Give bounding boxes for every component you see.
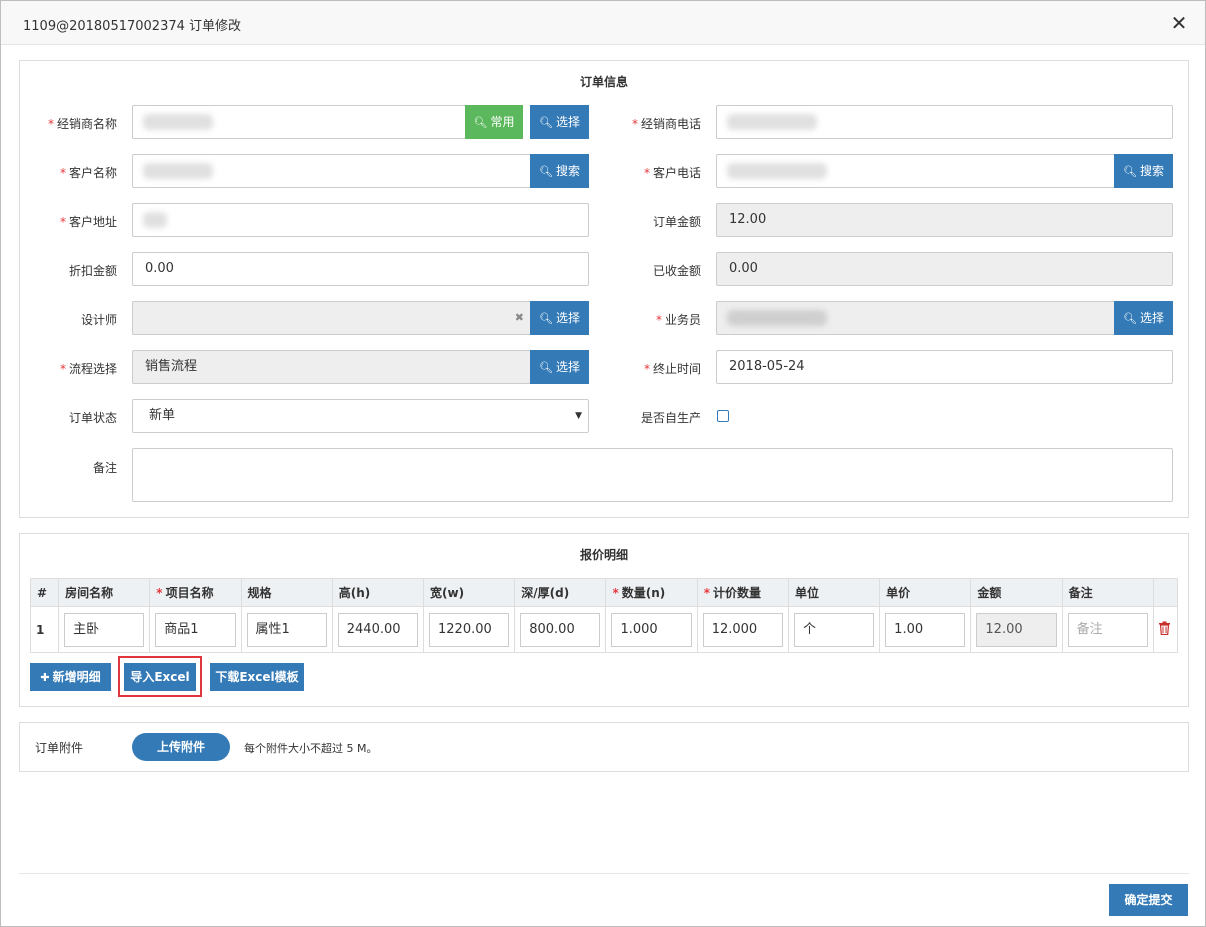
item-input[interactable]: 商品1: [155, 612, 236, 647]
salesman-input[interactable]: [716, 301, 1115, 335]
end-time-input[interactable]: 2018-05-24: [716, 350, 1173, 384]
col-header-remark: 备注: [1061, 578, 1154, 607]
col-header-amount: 金额: [970, 578, 1063, 607]
close-icon[interactable]: ✕: [1169, 13, 1189, 33]
submit-button[interactable]: 确定提交: [1109, 884, 1188, 916]
dealer-phone-label: * 经销商电话: [631, 117, 701, 131]
search-icon: 🔍︎: [1123, 312, 1137, 325]
dealer-name-label: * 经销商名称: [47, 117, 117, 131]
order-edit-dialog: 1109@20180517002374 订单修改 ✕ 订单信息 * 经销商名称 🔍…: [0, 0, 1206, 927]
quote-table: # 房间名称 * 项目名称 规格 高(h) 宽(w) 深/厚(d) * 数量(n) …: [29, 578, 1179, 653]
spec-input[interactable]: 属性1: [246, 612, 327, 647]
dialog-titlebar: 1109@20180517002374 订单修改 ✕: [1, 1, 1205, 45]
process-label: * 流程选择: [59, 362, 117, 376]
footer-divider: [19, 873, 1189, 874]
designer-select-button[interactable]: 🔍︎ 选择: [530, 301, 589, 335]
customer-phone-input[interactable]: [716, 154, 1115, 188]
redacted-text: [143, 212, 167, 228]
table-header-row: # 房间名称 * 项目名称 规格 高(h) 宽(w) 深/厚(d) * 数量(n) …: [29, 578, 1179, 607]
customer-name-input[interactable]: [132, 154, 531, 188]
row-index: 1: [29, 606, 60, 653]
depth-input[interactable]: 800.00: [520, 612, 601, 647]
col-header-item: * 项目名称: [149, 578, 242, 607]
width-input[interactable]: 1220.00: [429, 612, 510, 647]
customer-address-input[interactable]: [132, 203, 589, 237]
import-excel-button[interactable]: 导入Excel: [124, 663, 196, 691]
search-icon: 🔍︎: [1123, 165, 1137, 178]
process-input[interactable]: 销售流程: [132, 350, 531, 384]
search-icon: 🔍︎: [539, 312, 553, 325]
plus-icon: ✚: [40, 671, 50, 684]
clear-icon[interactable]: ✖: [515, 302, 524, 334]
order-info-title: 订单信息: [579, 75, 628, 89]
chevron-down-icon: ▼: [575, 411, 582, 421]
attachment-hint: 每个附件大小不超过 5 M。: [244, 742, 378, 755]
dialog-title: 1109@20180517002374 订单修改: [23, 19, 242, 34]
customer-address-label: * 客户地址: [59, 215, 117, 229]
status-label: 订单状态: [68, 411, 117, 425]
col-header-spec: 规格: [240, 578, 333, 607]
quantity-input[interactable]: 1.000: [611, 612, 692, 647]
customer-search-button[interactable]: 🔍︎ 搜索: [530, 154, 589, 188]
self-produce-label: 是否自生产: [640, 411, 701, 425]
dealer-common-button[interactable]: 🔍︎ 常用: [465, 105, 523, 139]
dealer-phone-input[interactable]: [716, 105, 1173, 139]
redacted-text: [143, 114, 213, 130]
order-amount-label: 订单金额: [652, 215, 701, 229]
search-icon: 🔍︎: [473, 116, 488, 129]
price-input[interactable]: 1.00: [885, 612, 966, 647]
customer-phone-search-button[interactable]: 🔍︎ 搜索: [1114, 154, 1173, 188]
status-value: 新单: [149, 408, 176, 423]
remark-label: 备注: [92, 461, 117, 475]
search-icon: 🔍︎: [539, 165, 553, 178]
redacted-text: [727, 310, 827, 326]
salesman-select-button[interactable]: 🔍︎ 选择: [1114, 301, 1173, 335]
redacted-text: [727, 163, 827, 179]
remark-textarea[interactable]: [132, 448, 1173, 502]
col-header-height: 高(h): [331, 578, 425, 607]
search-icon: 🔍︎: [539, 116, 553, 129]
quote-title: 报价明细: [579, 548, 628, 562]
trash-icon[interactable]: [1158, 621, 1171, 636]
status-select[interactable]: 新单 ▼: [132, 399, 589, 433]
unit-input[interactable]: 个: [793, 612, 875, 647]
self-produce-checkbox[interactable]: [717, 410, 729, 422]
customer-phone-label: * 客户电话: [643, 166, 701, 180]
col-header-price: 单价: [879, 578, 972, 607]
designer-label: 设计师: [80, 313, 117, 327]
col-header-billing-qty: * 计价数量: [696, 578, 789, 607]
dealer-name-input[interactable]: [132, 105, 466, 139]
redacted-text: [143, 163, 213, 179]
salesman-label: * 业务员: [655, 313, 701, 327]
download-template-button[interactable]: 下载Excel模板: [210, 663, 304, 691]
col-header-depth: 深/厚(d): [514, 578, 607, 607]
col-header-unit: 单位: [787, 578, 881, 607]
col-header-width: 宽(w): [422, 578, 516, 607]
remark-input[interactable]: 备注: [1067, 612, 1148, 647]
designer-input[interactable]: ✖: [132, 301, 531, 335]
col-header-quantity: * 数量(n): [605, 578, 698, 607]
received-amount-label: 已收金额: [652, 264, 701, 278]
process-select-button[interactable]: 🔍︎ 选择: [530, 350, 589, 384]
height-input[interactable]: 2440.00: [337, 612, 418, 647]
discount-amount-label: 折扣金额: [68, 264, 117, 278]
add-detail-button[interactable]: ✚ 新增明细: [30, 663, 111, 691]
attachment-label: 订单附件: [35, 741, 84, 755]
search-icon: 🔍︎: [539, 361, 553, 374]
end-time-label: * 终止时间: [643, 362, 701, 376]
received-amount-input: 0.00: [716, 252, 1173, 286]
col-header-room: 房间名称: [58, 578, 151, 607]
col-header-actions: [1152, 578, 1179, 607]
dealer-select-button[interactable]: 🔍︎ 选择: [530, 105, 589, 139]
customer-name-label: * 客户名称: [59, 166, 117, 180]
col-header-index: #: [29, 578, 60, 607]
order-amount-input: 12.00: [716, 203, 1173, 237]
upload-attachment-button[interactable]: 上传附件: [132, 733, 230, 761]
amount-input: 12.00: [976, 612, 1057, 647]
discount-amount-input[interactable]: 0.00: [132, 252, 589, 286]
redacted-text: [727, 114, 817, 130]
billing-qty-input[interactable]: 12.000: [702, 612, 783, 647]
table-row: 1 主卧 商品1 属性1 2440.00 1220.00 800.00 1.00…: [29, 606, 1179, 653]
room-input[interactable]: 主卧: [64, 612, 145, 647]
